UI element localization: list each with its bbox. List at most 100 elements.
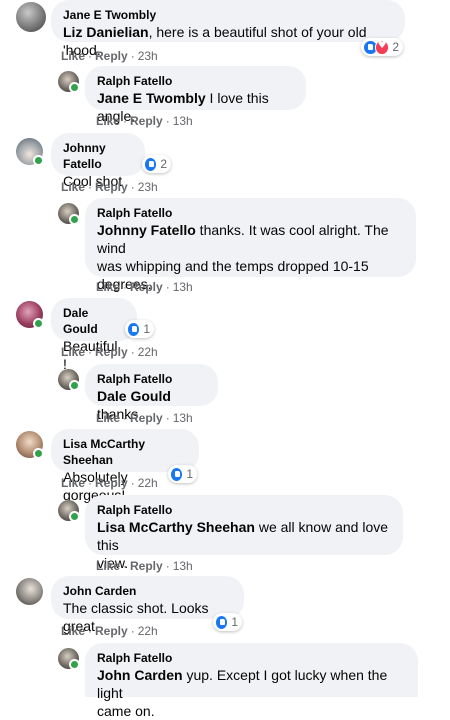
like-link[interactable]: Like bbox=[96, 411, 120, 425]
separator: · bbox=[88, 345, 93, 359]
comment-author[interactable]: John Carden bbox=[63, 583, 232, 599]
timestamp[interactable]: 13h bbox=[173, 411, 193, 425]
separator: · bbox=[165, 114, 170, 128]
avatar[interactable] bbox=[16, 138, 44, 166]
comment-author[interactable]: Ralph Fatello bbox=[97, 502, 391, 518]
avatar[interactable] bbox=[16, 2, 46, 32]
online-status-icon bbox=[69, 214, 80, 225]
separator: · bbox=[165, 280, 170, 294]
reaction-badge[interactable]: 2 bbox=[361, 38, 403, 56]
reply-link[interactable]: Reply bbox=[95, 49, 128, 63]
comment-actions: Like · Reply · 13h bbox=[96, 559, 193, 573]
avatar[interactable] bbox=[16, 301, 44, 329]
comment-actions: Like · Reply · 22h bbox=[61, 624, 158, 638]
comment-author[interactable]: Dale Gould bbox=[63, 305, 125, 337]
online-status-icon bbox=[33, 155, 44, 166]
like-link[interactable]: Like bbox=[61, 49, 85, 63]
separator: · bbox=[165, 411, 170, 425]
like-icon bbox=[215, 614, 229, 630]
timestamp[interactable]: 23h bbox=[138, 180, 158, 194]
timestamp[interactable]: 22h bbox=[138, 476, 158, 490]
mention-tag[interactable]: Liz Danielian bbox=[63, 24, 149, 40]
like-link[interactable]: Like bbox=[61, 345, 85, 359]
mention-tag[interactable]: Johnny Fatello bbox=[97, 222, 196, 238]
separator: · bbox=[123, 280, 128, 294]
online-status-icon bbox=[69, 380, 80, 391]
reply-link[interactable]: Reply bbox=[95, 180, 128, 194]
comment-body: came on. bbox=[97, 703, 155, 719]
comment-bubble: Johnny Fatello Cool shot bbox=[51, 133, 145, 189]
separator: · bbox=[130, 49, 135, 63]
reaction-badge[interactable]: 1 bbox=[125, 320, 154, 338]
reply-link[interactable]: Reply bbox=[130, 280, 163, 294]
reaction-badge[interactable]: 1 bbox=[168, 465, 197, 483]
reply-link[interactable]: Reply bbox=[95, 345, 128, 359]
timestamp[interactable]: 13h bbox=[173, 280, 193, 294]
separator: · bbox=[130, 476, 135, 490]
timestamp[interactable]: 23h bbox=[138, 49, 158, 63]
mention-tag[interactable]: Jane E Twombly bbox=[97, 90, 206, 106]
mention-tag[interactable]: Dale Gould bbox=[97, 388, 171, 404]
like-link[interactable]: Like bbox=[96, 280, 120, 294]
avatar[interactable] bbox=[58, 203, 80, 225]
comment-bubble: Ralph Fatello John Carden yup. Except I … bbox=[85, 643, 418, 719]
like-link[interactable]: Like bbox=[96, 559, 120, 573]
reply-link[interactable]: Reply bbox=[130, 559, 163, 573]
mention-tag[interactable]: Lisa McCarthy Sheehan bbox=[97, 519, 255, 535]
comment-author[interactable]: Ralph Fatello bbox=[97, 73, 294, 89]
avatar[interactable] bbox=[58, 648, 80, 670]
reaction-badge[interactable]: 2 bbox=[142, 155, 171, 173]
comment-author[interactable]: Johnny Fatello bbox=[63, 140, 133, 172]
comment-author[interactable]: Ralph Fatello bbox=[97, 205, 404, 221]
reply-link[interactable]: Reply bbox=[130, 114, 163, 128]
avatar-image bbox=[16, 578, 43, 605]
separator: · bbox=[130, 180, 135, 194]
comment-author[interactable]: Ralph Fatello bbox=[97, 650, 406, 666]
comment-bubble: Ralph Fatello Lisa McCarthy Sheehan we a… bbox=[85, 495, 403, 571]
comment-bubble: Dale Gould Beautiful ! bbox=[51, 298, 137, 372]
comment-actions: Like · Reply · 13h bbox=[96, 280, 193, 294]
comment-author[interactable]: Lisa McCarthy Sheehan bbox=[63, 436, 187, 468]
like-link[interactable]: Like bbox=[61, 624, 85, 638]
comment-author[interactable]: Jane E Twombly bbox=[63, 7, 393, 23]
avatar[interactable] bbox=[58, 369, 80, 391]
reaction-count: 1 bbox=[186, 467, 193, 481]
avatar[interactable] bbox=[16, 431, 44, 459]
separator: · bbox=[123, 114, 128, 128]
comment-body: was whipping and the temps dropped 10-15 bbox=[97, 258, 369, 274]
separator: · bbox=[130, 624, 135, 638]
like-link[interactable]: Like bbox=[61, 476, 85, 490]
comment-actions: Like · Reply · 22h bbox=[61, 345, 158, 359]
like-icon bbox=[170, 466, 184, 482]
avatar[interactable] bbox=[16, 578, 43, 605]
avatar-image bbox=[16, 2, 46, 32]
avatar[interactable] bbox=[58, 71, 80, 93]
timestamp[interactable]: 13h bbox=[173, 559, 193, 573]
love-icon bbox=[374, 39, 390, 55]
reply-link[interactable]: Reply bbox=[95, 476, 128, 490]
online-status-icon bbox=[33, 448, 44, 459]
comment-bubble: Ralph Fatello Jane E Twombly I love this… bbox=[85, 66, 306, 124]
separator: · bbox=[88, 180, 93, 194]
reaction-badge[interactable]: 1 bbox=[213, 613, 242, 631]
comment-author[interactable]: Ralph Fatello bbox=[97, 371, 206, 387]
comment-actions: Like · Reply · 23h bbox=[61, 49, 158, 63]
timestamp[interactable]: 22h bbox=[138, 345, 158, 359]
separator: · bbox=[88, 624, 93, 638]
reaction-count: 2 bbox=[160, 157, 167, 171]
timestamp[interactable]: 22h bbox=[138, 624, 158, 638]
reply-link[interactable]: Reply bbox=[130, 411, 163, 425]
online-status-icon bbox=[69, 511, 80, 522]
mention-tag[interactable]: John Carden bbox=[97, 667, 183, 683]
reply-link[interactable]: Reply bbox=[95, 624, 128, 638]
comment-actions: Like · Reply · 13h bbox=[96, 411, 193, 425]
comment-text: John Carden yup. Except I got lucky when… bbox=[97, 666, 406, 720]
separator: · bbox=[88, 49, 93, 63]
timestamp[interactable]: 13h bbox=[173, 114, 193, 128]
like-link[interactable]: Like bbox=[96, 114, 120, 128]
online-status-icon bbox=[69, 659, 80, 670]
comment-actions: Like · Reply · 23h bbox=[61, 180, 158, 194]
avatar[interactable] bbox=[58, 500, 80, 522]
reaction-count: 1 bbox=[231, 615, 238, 629]
like-link[interactable]: Like bbox=[61, 180, 85, 194]
